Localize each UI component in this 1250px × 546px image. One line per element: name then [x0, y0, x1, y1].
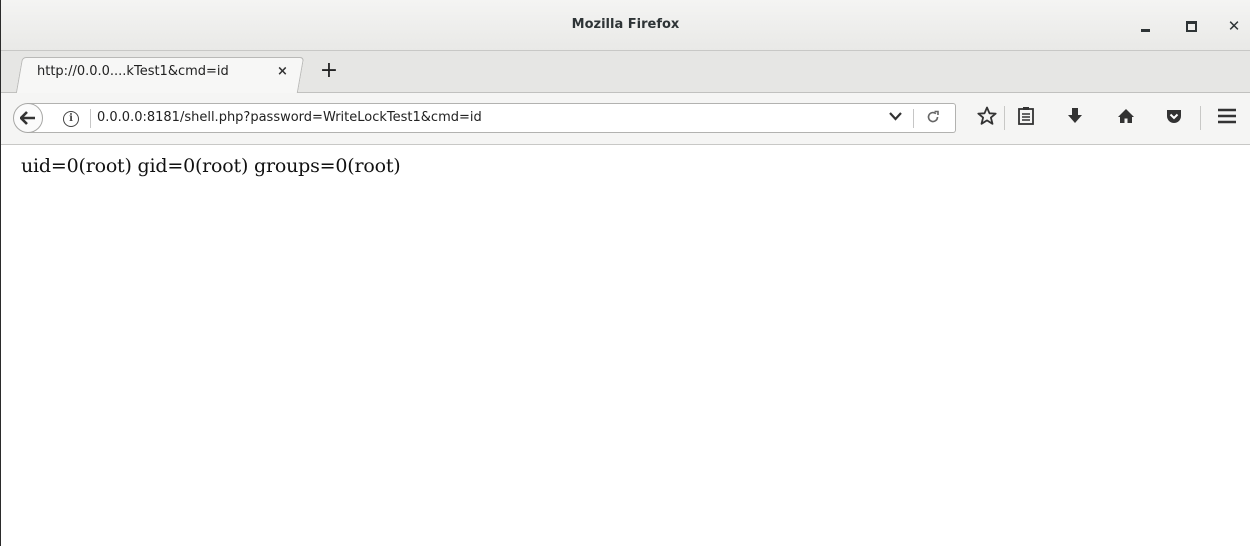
firefox-window: Mozilla Firefox ✕ http://0.0.0....kTest1… [0, 0, 1250, 546]
url-input[interactable]: 0.0.0.0:8181/shell.php?password=WriteLoc… [97, 110, 482, 125]
home-icon[interactable] [1114, 104, 1138, 128]
maximize-icon[interactable] [1181, 16, 1201, 36]
toolbar-divider [1004, 106, 1005, 130]
close-icon[interactable]: ✕ [1224, 16, 1244, 36]
pocket-icon[interactable] [1162, 104, 1186, 128]
page-content: uid=0(root) gid=0(root) groups=0(root) [1, 145, 1250, 546]
reader-list-icon[interactable] [1014, 104, 1038, 128]
url-bar[interactable]: i 0.0.0.0:8181/shell.php?password=WriteL… [27, 103, 956, 133]
info-icon[interactable]: i [63, 111, 79, 127]
bookmark-star-icon[interactable] [975, 104, 999, 128]
window-title: Mozilla Firefox [571, 17, 680, 32]
back-icon[interactable] [13, 103, 43, 133]
dropdown-icon[interactable] [889, 110, 902, 125]
title-bar: Mozilla Firefox ✕ [1, 0, 1250, 51]
tab-strip: http://0.0.0....kTest1&cmd=id × + [1, 51, 1250, 93]
download-icon[interactable] [1063, 104, 1087, 128]
url-divider-2 [913, 109, 914, 128]
command-output: uid=0(root) gid=0(root) groups=0(root) [21, 155, 401, 177]
url-divider [90, 109, 91, 128]
tab-close-icon[interactable]: × [277, 64, 288, 79]
toolbar-divider-2 [1200, 106, 1201, 130]
menu-icon[interactable] [1215, 104, 1239, 128]
new-tab-button[interactable]: + [319, 59, 339, 83]
minimize-icon[interactable] [1135, 16, 1155, 36]
reload-icon[interactable] [925, 109, 941, 129]
tab-label: http://0.0.0....kTest1&cmd=id [37, 64, 229, 79]
